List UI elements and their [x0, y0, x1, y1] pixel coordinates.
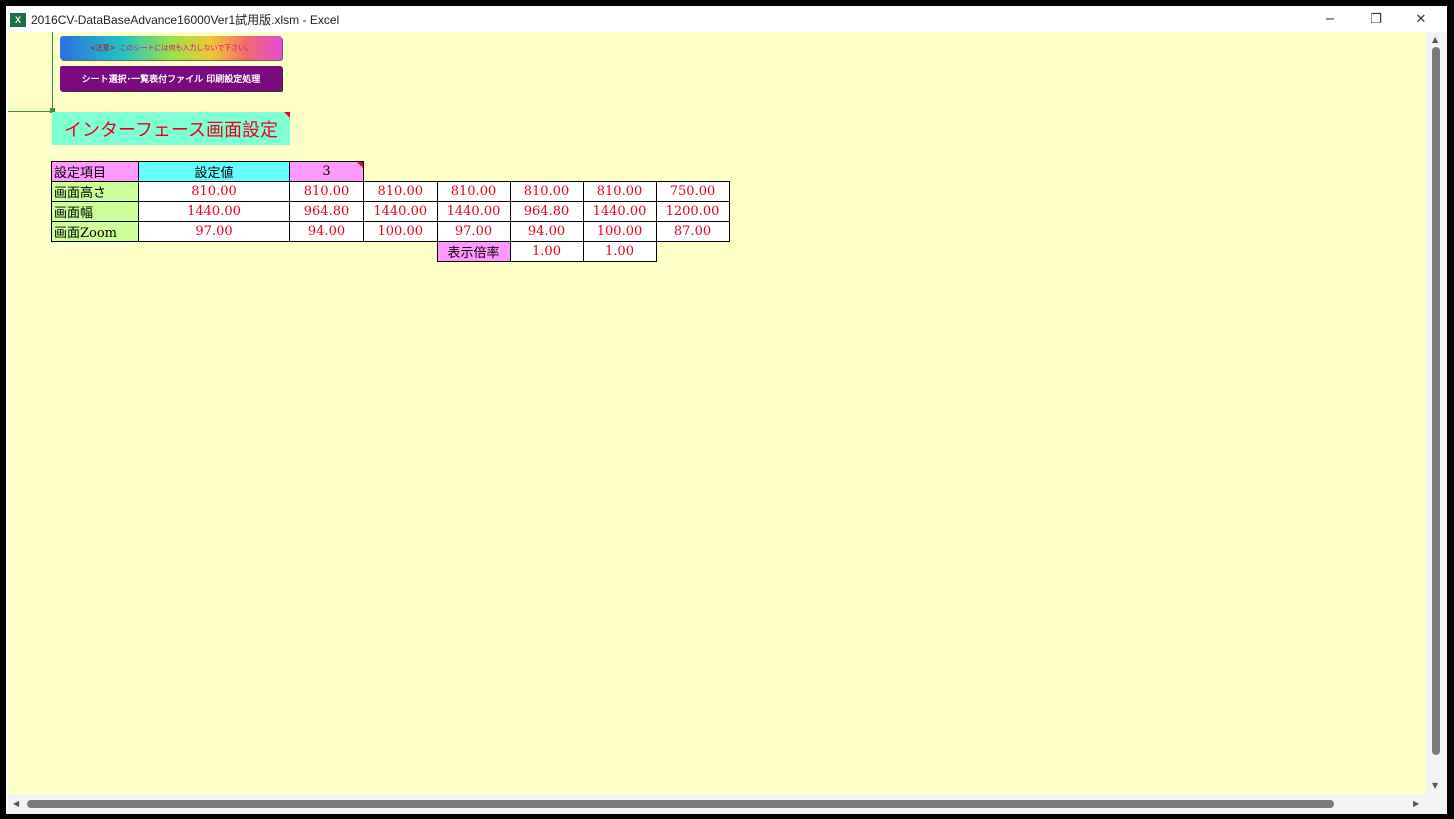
table-row: 表示倍率 1.00 1.00: [52, 241, 730, 262]
selected-index-value: 3: [322, 164, 331, 179]
scroll-left-icon[interactable]: ◀: [13, 799, 19, 808]
cell-value[interactable]: 97.00: [138, 221, 290, 242]
comment-indicator[interactable]: [284, 112, 290, 118]
cell-value[interactable]: 810.00: [138, 181, 290, 202]
empty-cell[interactable]: [139, 242, 290, 262]
row-label-height[interactable]: 画面高さ: [51, 181, 139, 202]
cell-value[interactable]: 1440.00: [582, 201, 657, 222]
freeze-pane-divider: [8, 111, 54, 112]
page-title: インターフェース画面設定: [52, 112, 290, 145]
minimize-button[interactable]: −: [1307, 6, 1353, 33]
print-settings-button[interactable]: シート選択･一覧表付ファイル 印刷設定処理: [60, 66, 282, 91]
display-ratio-value[interactable]: 1.00: [582, 241, 657, 262]
cell-value[interactable]: 810.00: [509, 181, 584, 202]
cell-value[interactable]: 100.00: [582, 221, 657, 242]
cell-value[interactable]: 87.00: [655, 221, 730, 242]
scroll-down-icon[interactable]: ▼: [1432, 781, 1438, 790]
header-setting-item[interactable]: 設定項目: [51, 161, 139, 182]
empty-cell[interactable]: [510, 162, 583, 182]
table-header-row: 設定項目 設定値 3: [51, 161, 730, 182]
horizontal-scrollbar[interactable]: ◀ ▶: [8, 794, 1426, 814]
row-label-zoom[interactable]: 画面Zoom: [51, 221, 139, 242]
excel-window: X 2016CV-DataBaseAdvance16000Ver1試用版.xls…: [6, 6, 1447, 814]
restore-button[interactable]: ❐: [1353, 6, 1399, 33]
empty-cell[interactable]: [656, 242, 729, 262]
window-title: 2016CV-DataBaseAdvance16000Ver1試用版.xlsm …: [31, 13, 340, 27]
scroll-up-icon[interactable]: ▲: [1432, 35, 1438, 44]
horizontal-scroll-thumb[interactable]: [27, 800, 1334, 808]
cell-value[interactable]: 964.80: [289, 201, 364, 222]
row-label-width[interactable]: 画面幅: [51, 201, 139, 222]
vertical-scroll-thumb[interactable]: [1432, 47, 1440, 755]
table-row: 画面高さ 810.00 810.00 810.00 810.00 810.00 …: [51, 181, 730, 202]
cell-value[interactable]: 94.00: [509, 221, 584, 242]
excel-icon: X: [10, 12, 26, 27]
scrollbar-corner: [1426, 794, 1447, 814]
cell-value[interactable]: 1440.00: [363, 201, 438, 222]
display-ratio-value[interactable]: 1.00: [509, 241, 584, 262]
table-row: 画面Zoom 97.00 94.00 100.00 97.00 94.00 10…: [51, 221, 730, 242]
header-setting-value[interactable]: 設定値: [138, 161, 290, 182]
cell-value[interactable]: 810.00: [289, 181, 364, 202]
empty-cell[interactable]: [364, 162, 438, 182]
cell-value[interactable]: 94.00: [289, 221, 364, 242]
cell-value[interactable]: 100.00: [363, 221, 438, 242]
title-bar: X 2016CV-DataBaseAdvance16000Ver1試用版.xls…: [6, 6, 1447, 33]
vertical-scrollbar[interactable]: ▲ ▼: [1426, 32, 1447, 794]
cell-value[interactable]: 97.00: [436, 221, 511, 242]
empty-cell[interactable]: [437, 162, 510, 182]
cell-value[interactable]: 1440.00: [436, 201, 511, 222]
table-row: 画面幅 1440.00 964.80 1440.00 1440.00 964.8…: [51, 201, 730, 222]
empty-cell[interactable]: [364, 242, 438, 262]
scroll-right-icon[interactable]: ▶: [1413, 799, 1419, 808]
display-ratio-label[interactable]: 表示倍率: [436, 241, 511, 262]
notice-text: このシートには何も入力しないで下さい。: [119, 44, 253, 52]
interface-settings-table: 設定項目 設定値 3 画面高さ 810.00 810.00 810.00 810…: [51, 161, 730, 262]
cell-value[interactable]: 1440.00: [138, 201, 290, 222]
cell-value[interactable]: 964.80: [509, 201, 584, 222]
worksheet-area[interactable]: <注意> このシートには何も入力しないで下さい。 シート選択･一覧表付ファイル …: [8, 32, 1426, 794]
freeze-pane-divider: [52, 32, 53, 111]
empty-cell[interactable]: [290, 242, 364, 262]
empty-cell[interactable]: [52, 242, 139, 262]
notice-tag: <注意>: [89, 44, 116, 52]
comment-indicator[interactable]: [357, 162, 363, 168]
cell-value[interactable]: 1200.00: [655, 201, 730, 222]
cell-value[interactable]: 750.00: [655, 181, 730, 202]
close-button[interactable]: ✕: [1398, 6, 1444, 33]
notice-button[interactable]: <注意> このシートには何も入力しないで下さい。: [60, 36, 282, 60]
cell-value[interactable]: 810.00: [582, 181, 657, 202]
header-selected-index[interactable]: 3: [289, 161, 364, 182]
empty-cell[interactable]: [583, 162, 656, 182]
page-title-text: インターフェース画面設定: [63, 119, 279, 141]
cell-value[interactable]: 810.00: [363, 181, 438, 202]
cell-value[interactable]: 810.00: [436, 181, 511, 202]
empty-cell[interactable]: [656, 162, 729, 182]
